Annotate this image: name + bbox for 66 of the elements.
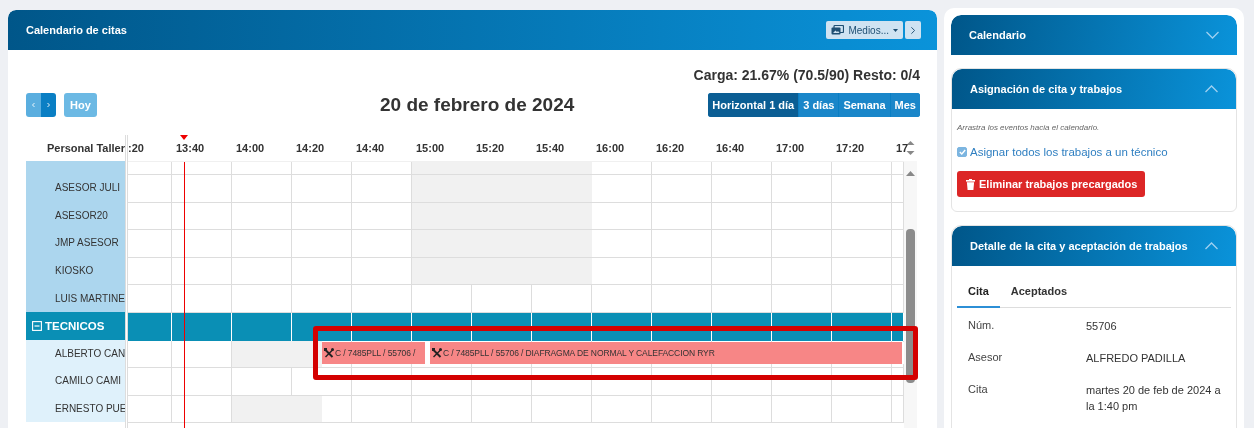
media-dropdown-button[interactable]: Medios... [826,21,903,39]
hint-text: Arrastra los eventos hacia el calendario. [957,123,1101,132]
view-tab[interactable]: Horizontal 1 día [708,93,799,117]
chevron-right-icon [911,25,915,35]
current-time-marker-icon [180,135,188,140]
section-header[interactable]: Calendario [951,15,1237,55]
time-label: 14:40 [356,142,385,154]
section-header[interactable]: Detalle de la cita y aceptación de trabajos [952,226,1236,266]
scroll-arrows-icon [906,140,915,156]
scroll-up-icon[interactable] [906,171,915,176]
field-value: 55706 [1086,319,1118,334]
tab[interactable]: Cita [957,282,1000,308]
view-tab[interactable]: Semana [839,93,890,117]
appointment-event[interactable]: C / 7485PLL / 55706 / DIAFRAGMA DE NORMAL Y CALEFACCION RYR [430,341,904,364]
next-button[interactable] [905,21,921,39]
appointment-event[interactable]: C / 7485PLL / 55706 / [322,341,427,364]
load-summary: Carga: 21.67% (70.5/90) Resto: 0/4 [692,66,921,83]
time-label: 15:40 [536,142,565,154]
field-value: martes 20 de feb de 2024 a la 1:40 pm [1086,382,1222,414]
time-label: 17 [896,142,909,154]
resource-name: CAMILO CAMI [54,375,122,387]
date-title: 20 de febrero de 2024 [379,94,576,116]
time-label: 16:00 [596,142,625,154]
collapse-icon[interactable] [32,320,42,331]
trash-icon [966,178,975,190]
time-label: 14:20 [296,142,325,154]
field-label: Cita [968,382,989,397]
delete-button[interactable]: Eliminar trabajos precargados [957,171,1146,197]
time-label: 15:20 [476,142,505,154]
checkbox-label[interactable]: Asignar todos los trabajos a un técnico [970,146,1168,158]
resource-name: KIOSKO [54,265,94,277]
scrollbar[interactable] [904,161,917,428]
tab[interactable]: Aceptados [999,282,1079,308]
time-label: 14:00 [236,142,265,154]
time-label: :20 [128,142,144,154]
time-label: 16:20 [656,142,685,154]
time-label: 17:20 [836,142,865,154]
resource-name: JMP ASESOR [54,237,119,249]
field-label: Asesor [968,350,1004,365]
time-label: 16:40 [716,142,745,154]
resource-name: ASESOR20 [54,209,108,221]
resource-name: LUIS MARTINE [54,292,125,304]
column-header: Personal Taller [45,141,125,156]
chevron-right-icon [47,100,50,110]
time-label: 17:00 [776,142,805,154]
time-label: 15:00 [416,142,445,154]
scrollbar-thumb[interactable] [906,229,915,383]
resource-name: ALBERTO CAN [54,347,126,359]
section-header[interactable]: Asignación de cita y trabajos [952,69,1236,109]
view-tab[interactable]: Mes [890,93,920,117]
card-title: Calendario de citas [26,24,127,36]
tools-icon [432,347,442,358]
previous-button[interactable] [26,93,41,117]
chevron-left-icon [32,100,35,110]
images-icon [831,25,845,35]
checkbox[interactable] [957,147,967,157]
view-tab[interactable]: 3 días [799,93,839,117]
field-label: Núm. [968,319,996,333]
time-label: 13:40 [176,142,205,154]
field-value: ALFREDO PADILLA [1086,350,1187,366]
resource-name: ASESOR JULI [54,182,121,194]
next-button[interactable] [41,93,56,117]
group-label: TECNICOS [45,319,105,332]
resource-name: ERNESTO PUE [54,403,127,415]
caret-icon [893,28,898,32]
tools-icon [324,347,334,358]
